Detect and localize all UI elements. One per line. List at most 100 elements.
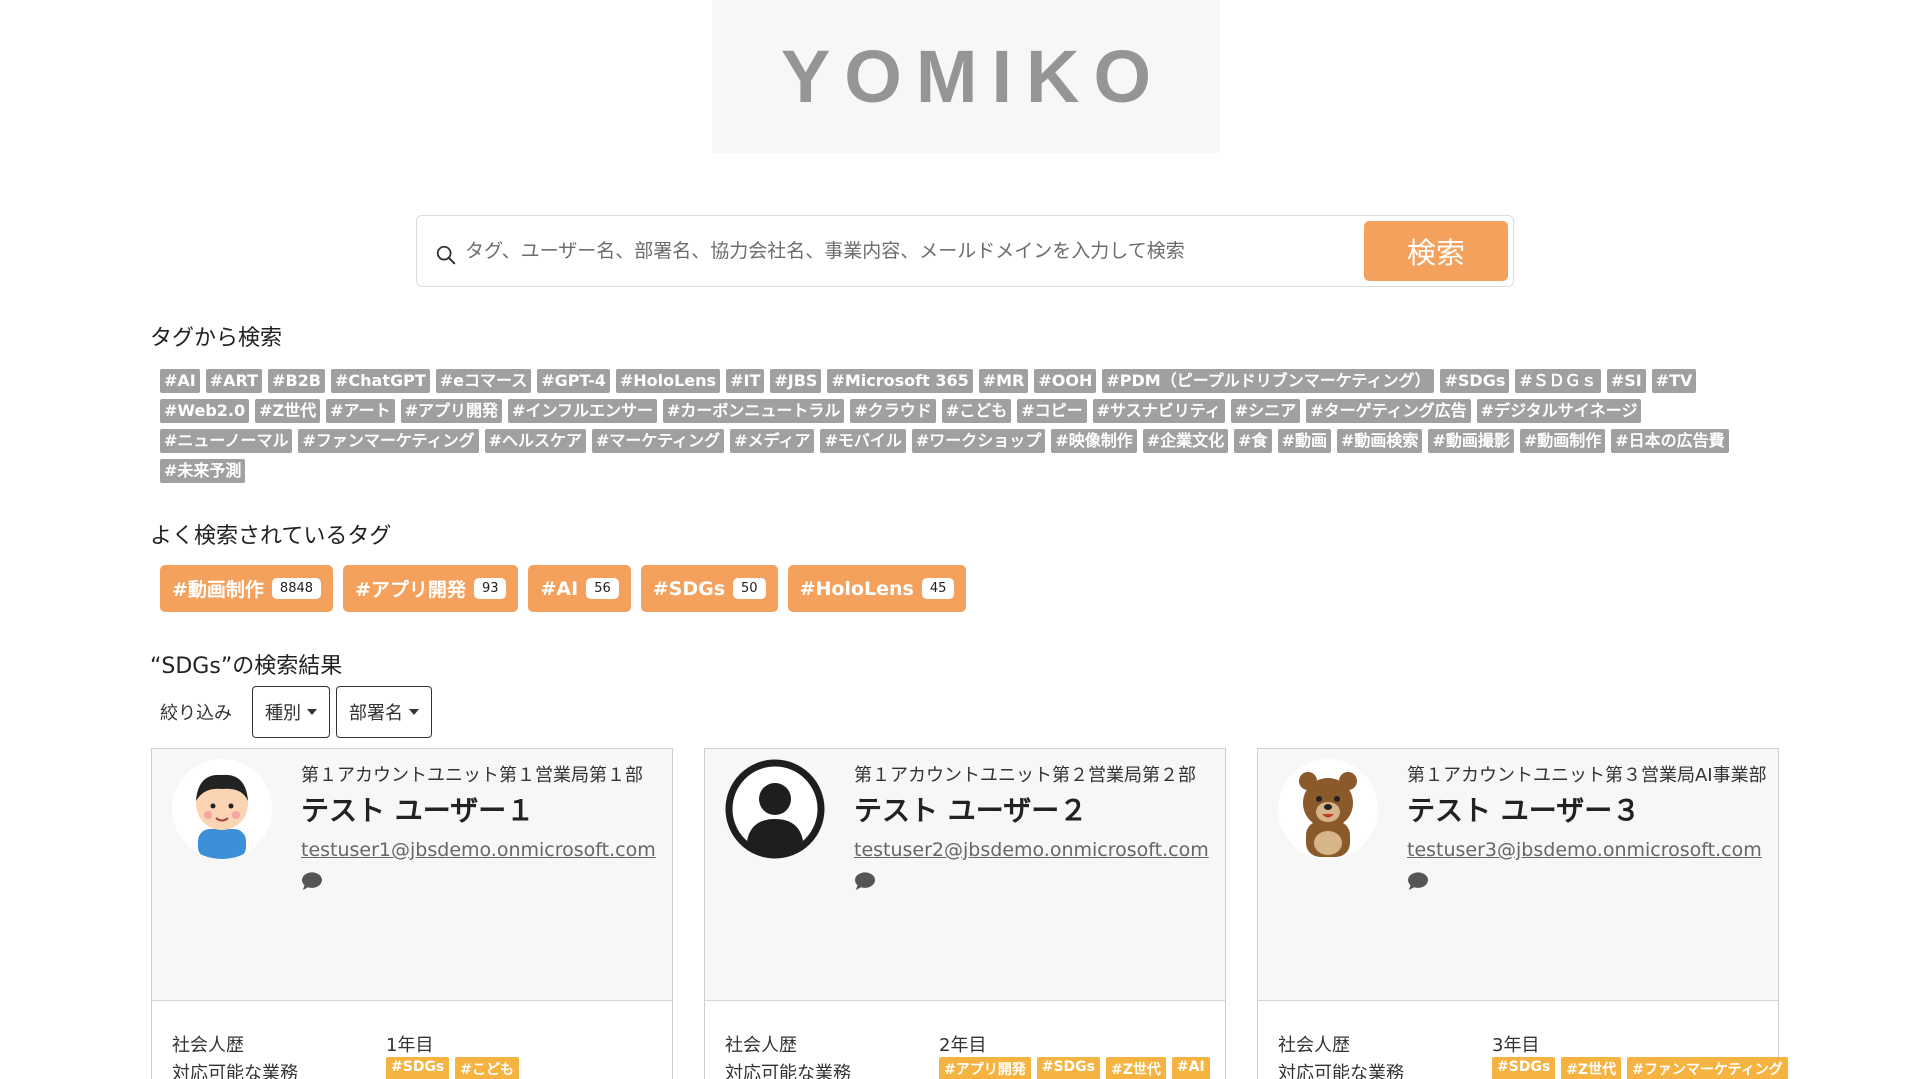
skill-tag[interactable]: #SDGs (386, 1057, 450, 1079)
tag-chip[interactable]: #メディア (730, 429, 815, 453)
skill-tag[interactable]: #ファンマーケティング (1627, 1057, 1788, 1079)
user-email-link[interactable]: testuser3@jbsdemo.onmicrosoft.com (1407, 839, 1762, 861)
skills-label: 対応可能な業務 (1278, 1063, 1404, 1079)
tag-chip[interactable]: #映像制作 (1051, 429, 1137, 453)
tag-chip[interactable]: #アート (326, 399, 395, 423)
tag-cloud: #AI #ART #B2B #ChatGPT #eコマース #GPT-4 #HoloLens… (160, 369, 1770, 483)
tag-chip[interactable]: #ワークショップ (911, 429, 1046, 453)
search-count-badge: 93 (473, 578, 507, 599)
user-department: 第１アカウントユニット第２営業局第２部 (854, 765, 1196, 786)
logo-banner[interactable]: YOMIKO (712, 0, 1220, 153)
caret-down-icon (307, 709, 317, 715)
tag-chip[interactable]: #ChatGPT (331, 369, 430, 393)
skill-tag[interactable]: #AI (1171, 1057, 1210, 1079)
type-filter-dropdown[interactable]: 種別 (252, 686, 330, 738)
search-count-badge: 8848 (271, 578, 322, 599)
user-email-link[interactable]: testuser1@jbsdemo.onmicrosoft.com (301, 839, 656, 861)
popular-tag-button[interactable]: #HoloLens 45 (787, 565, 967, 612)
tag-chip[interactable]: #未来予測 (160, 459, 246, 483)
chat-icon[interactable] (1407, 871, 1429, 891)
skill-tag[interactable]: #Z世代 (1561, 1057, 1622, 1079)
tag-chip[interactable]: #PDM（ピープルドリブンマーケティング） (1102, 369, 1435, 393)
tag-chip[interactable]: #企業文化 (1142, 429, 1229, 453)
popular-tag-button[interactable]: #アプリ開発 93 (343, 565, 519, 612)
user-card[interactable]: 第１アカウントユニット第２営業局第２部 テスト ユーザー２ testuser2@… (704, 748, 1226, 1079)
tag-chip[interactable]: #インフルエンサー (508, 399, 657, 423)
tag-chip[interactable]: #動画検索 (1336, 429, 1423, 453)
tag-chip[interactable]: #ターゲティング広告 (1306, 399, 1471, 423)
tag-chip[interactable]: #マーケティング (592, 429, 725, 453)
tag-chip[interactable]: #日本の広告費 (1611, 429, 1729, 453)
search-button[interactable]: 検索 (1364, 221, 1508, 281)
bear-avatar-icon (1278, 759, 1378, 859)
skill-tag[interactable]: #Z世代 (1106, 1057, 1166, 1079)
tag-chip[interactable]: #Z世代 (255, 399, 321, 423)
tag-chip[interactable]: #IT (726, 369, 765, 393)
tag-chip[interactable]: #Web2.0 (160, 399, 250, 423)
tag-chip[interactable]: #カーボンニュートラル (662, 399, 845, 423)
tag-chip[interactable]: #デジタルサイネージ (1476, 399, 1642, 423)
popular-tag-button[interactable]: #AI 56 (528, 565, 631, 612)
tag-chip[interactable]: #クラウド (850, 399, 936, 423)
tag-chip[interactable]: #SI (1606, 369, 1646, 393)
user-card[interactable]: 第１アカウントユニット第１営業局第１部 テスト ユーザー１ testuser1@… (151, 748, 673, 1079)
filter-row: 絞り込み 種別 部署名 (160, 686, 432, 738)
skill-tag[interactable]: #SDGs (1492, 1057, 1556, 1079)
dept-filter-dropdown[interactable]: 部署名 (336, 686, 432, 738)
tag-chip[interactable]: #HoloLens (615, 369, 721, 393)
skill-tag[interactable]: #アプリ開発 (939, 1057, 1031, 1079)
tag-chip[interactable]: #こども (941, 399, 1012, 423)
tag-chip[interactable]: #TV (1651, 369, 1697, 393)
tag-chip[interactable]: #動画撮影 (1428, 429, 1514, 453)
tag-chip[interactable]: #ART (205, 369, 263, 393)
tag-chip[interactable]: #シニア (1230, 399, 1301, 423)
tag-chip[interactable]: #ヘルスケア (484, 429, 587, 453)
boy-avatar-icon (172, 759, 272, 859)
tag-chip[interactable]: #JBS (770, 369, 822, 393)
tag-chip[interactable]: #モバイル (820, 429, 906, 453)
career-value: 1年目 (386, 1035, 434, 1056)
user-card[interactable]: 第１アカウントユニット第３営業局AI事業部 テスト ユーザー３ testuser… (1257, 748, 1788, 1079)
popular-tag-label: #AI (540, 577, 579, 600)
user-card-header: 第１アカウントユニット第２営業局第２部 テスト ユーザー２ testuser2@… (705, 749, 1225, 1001)
chat-icon[interactable] (854, 871, 876, 891)
tag-chip[interactable]: #動画 (1277, 429, 1331, 453)
popular-tag-label: #アプリ開発 (355, 579, 466, 601)
results-title: “SDGs”の検索結果 (150, 654, 343, 679)
career-label: 社会人歴 (172, 1035, 244, 1056)
user-email-link[interactable]: testuser2@jbsdemo.onmicrosoft.com (854, 839, 1209, 861)
tag-chip[interactable]: #Microsoft 365 (827, 369, 973, 393)
tag-chip[interactable]: #GPT-4 (537, 369, 610, 393)
popular-tag-button[interactable]: #SDGs 50 (640, 565, 778, 612)
user-department: 第１アカウントユニット第３営業局AI事業部 (1407, 765, 1767, 786)
tag-chip[interactable]: #SDGs (1440, 369, 1510, 393)
skill-tags: #SDGs #Z世代 #ファンマーケティング (1492, 1057, 1788, 1079)
career-value: 3年目 (1492, 1035, 1540, 1056)
user-name[interactable]: テスト ユーザー２ (854, 789, 1087, 829)
tag-chip[interactable]: #動画制作 (1519, 429, 1606, 453)
tag-chip[interactable]: #アプリ開発 (400, 399, 503, 423)
tag-chip[interactable]: #サスナビリティ (1092, 399, 1225, 423)
tag-chip[interactable]: #B2B (268, 369, 325, 393)
tag-chip[interactable]: #ニューノーマル (160, 429, 293, 453)
user-name[interactable]: テスト ユーザー１ (301, 789, 534, 829)
tag-chip[interactable]: #AI (160, 369, 200, 393)
tag-chip[interactable]: #コピー (1017, 399, 1087, 423)
default-user-icon (725, 759, 825, 859)
tag-chip[interactable]: #eコマース (435, 369, 532, 393)
tag-chip[interactable]: #食 (1234, 429, 1272, 453)
user-name[interactable]: テスト ユーザー３ (1407, 789, 1640, 829)
chat-icon[interactable] (301, 871, 323, 891)
tag-chip[interactable]: #MR (978, 369, 1029, 393)
popular-tag-button[interactable]: #動画制作 8848 (160, 565, 334, 612)
search-input[interactable] (465, 230, 1345, 272)
skill-tag[interactable]: #こども (455, 1057, 519, 1079)
skill-tag[interactable]: #SDGs (1036, 1057, 1100, 1079)
tag-chip[interactable]: #ＳＤＧｓ (1515, 369, 1601, 393)
tag-chip[interactable]: #ファンマーケティング (298, 429, 479, 453)
tag-chip[interactable]: #OOH (1034, 369, 1097, 393)
user-department: 第１アカウントユニット第１営業局第１部 (301, 765, 643, 786)
user-card-details: 社会人歴 1年目 対応可能な業務 #SDGs #こども (152, 1001, 672, 1079)
career-label: 社会人歴 (725, 1035, 797, 1056)
user-card-details: 社会人歴 2年目 対応可能な業務 #アプリ開発 #SDGs #Z世代 #AI (705, 1001, 1225, 1079)
